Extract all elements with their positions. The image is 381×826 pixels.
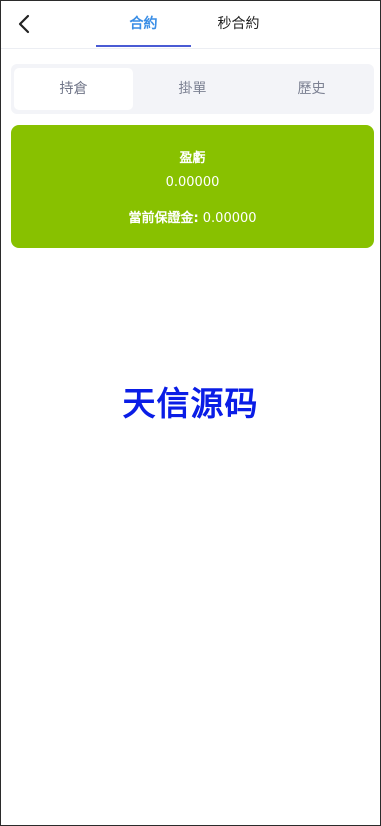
pnl-label: 盈虧 <box>179 151 206 166</box>
tab-second-contract-label: 秒合約 <box>217 16 260 32</box>
active-tab-underline <box>96 45 191 47</box>
tab-contract[interactable]: 合約 <box>96 1 191 48</box>
segment-positions-label: 持倉 <box>59 81 88 97</box>
pnl-value: 0.00000 <box>165 175 220 190</box>
tab-contract-label: 合約 <box>129 16 158 32</box>
back-button[interactable] <box>9 9 39 39</box>
segment-orders[interactable]: 掛單 <box>133 68 252 110</box>
tab-second-contract[interactable]: 秒合約 <box>191 1 286 48</box>
chevron-left-icon <box>18 14 30 34</box>
top-nav-bar: 合約 秒合約 <box>1 1 380 49</box>
margin-row: 當前保證金: 0.00000 <box>11 207 374 226</box>
margin-label: 當前保證金: <box>128 211 199 226</box>
segment-orders-label: 掛單 <box>178 81 207 97</box>
margin-value: 0.00000 <box>202 211 257 226</box>
segment-history[interactable]: 歷史 <box>252 68 371 110</box>
segment-history-label: 歷史 <box>297 81 326 97</box>
segment-positions[interactable]: 持倉 <box>14 68 133 110</box>
pnl-summary-card: 盈虧 0.00000 當前保證金: 0.00000 <box>11 125 374 248</box>
watermark-text: 天信源码 <box>122 384 259 423</box>
position-segment-control: 持倉 掛單 歷史 <box>11 64 374 114</box>
app-frame: 合約 秒合約 持倉 掛單 歷史 盈虧 0.00000 當前保證金: 0.0000… <box>0 0 381 826</box>
